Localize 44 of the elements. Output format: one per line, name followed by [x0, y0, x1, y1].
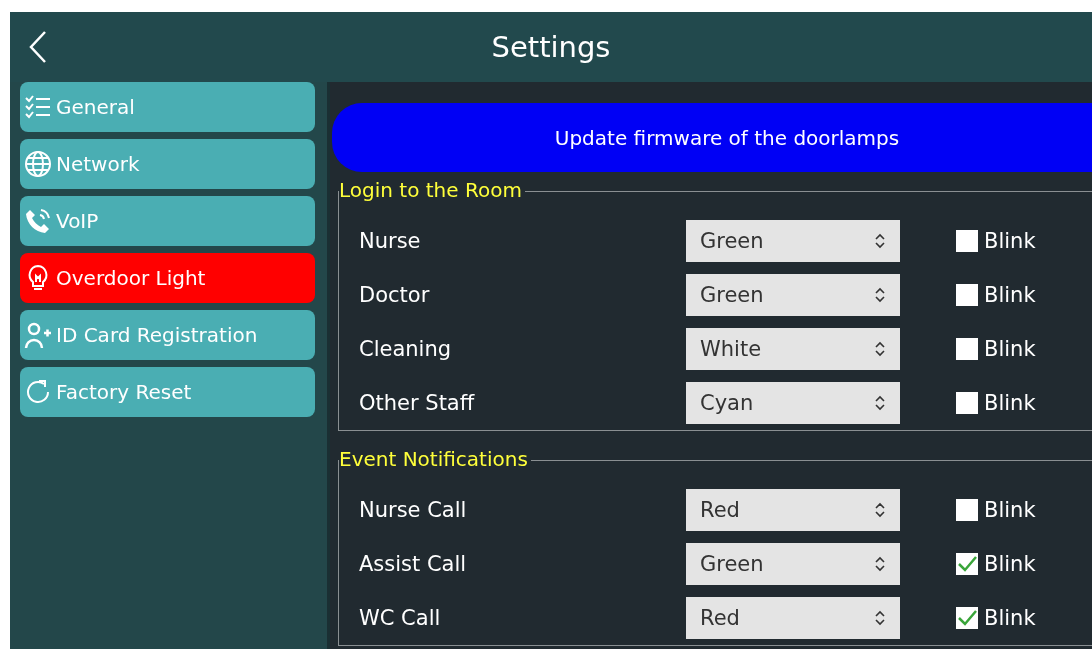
update-firmware-button[interactable]: Update firmware of the doorlamps: [332, 103, 1092, 172]
chevron-updown-icon: [874, 340, 886, 358]
color-dropdown[interactable]: Green: [686, 274, 900, 316]
row-label: Other Staff: [359, 391, 476, 415]
checkbox[interactable]: [956, 392, 978, 414]
checkbox[interactable]: [956, 553, 978, 575]
chevron-updown-icon: [874, 501, 886, 519]
refresh-icon: [24, 378, 52, 406]
checkbox-label: Blink: [984, 337, 1036, 361]
globe-icon: [24, 150, 52, 178]
chevron-updown-icon: [874, 232, 886, 250]
checkbox-label: Blink: [984, 283, 1036, 307]
color-dropdown[interactable]: Red: [686, 489, 900, 531]
person-add-icon: [24, 321, 52, 349]
color-dropdown[interactable]: Green: [686, 220, 900, 262]
row-label: Doctor: [359, 283, 431, 307]
checklist-icon: [24, 93, 52, 121]
chevron-updown-icon: [874, 394, 886, 412]
checkbox-label: Blink: [984, 391, 1036, 415]
row-label: WC Call: [359, 606, 442, 630]
color-dropdown[interactable]: White: [686, 328, 900, 370]
checkbox[interactable]: [956, 338, 978, 360]
back-icon[interactable]: [28, 30, 48, 64]
checkbox-label: Blink: [984, 229, 1036, 253]
phone-icon: [24, 207, 52, 235]
checkbox[interactable]: [956, 607, 978, 629]
checkbox[interactable]: [956, 284, 978, 306]
checkbox-label: Blink: [984, 552, 1036, 576]
row-label: Nurse: [359, 229, 422, 253]
chevron-updown-icon: [874, 286, 886, 304]
sidebar-item[interactable]: Overdoor Light: [20, 253, 315, 303]
checkbox[interactable]: [956, 230, 978, 252]
chevron-updown-icon: [874, 609, 886, 627]
checkbox-label: Blink: [984, 498, 1036, 522]
color-dropdown[interactable]: Cyan: [686, 382, 900, 424]
row-label: Cleaning: [359, 337, 453, 361]
checkbox-label: Blink: [984, 606, 1036, 630]
color-dropdown[interactable]: Red: [686, 597, 900, 639]
row-label: Nurse Call: [359, 498, 468, 522]
page-title: Settings: [491, 30, 611, 64]
chevron-updown-icon: [874, 555, 886, 573]
color-dropdown[interactable]: Green: [686, 543, 900, 585]
row-label: Assist Call: [359, 552, 468, 576]
checkbox[interactable]: [956, 499, 978, 521]
